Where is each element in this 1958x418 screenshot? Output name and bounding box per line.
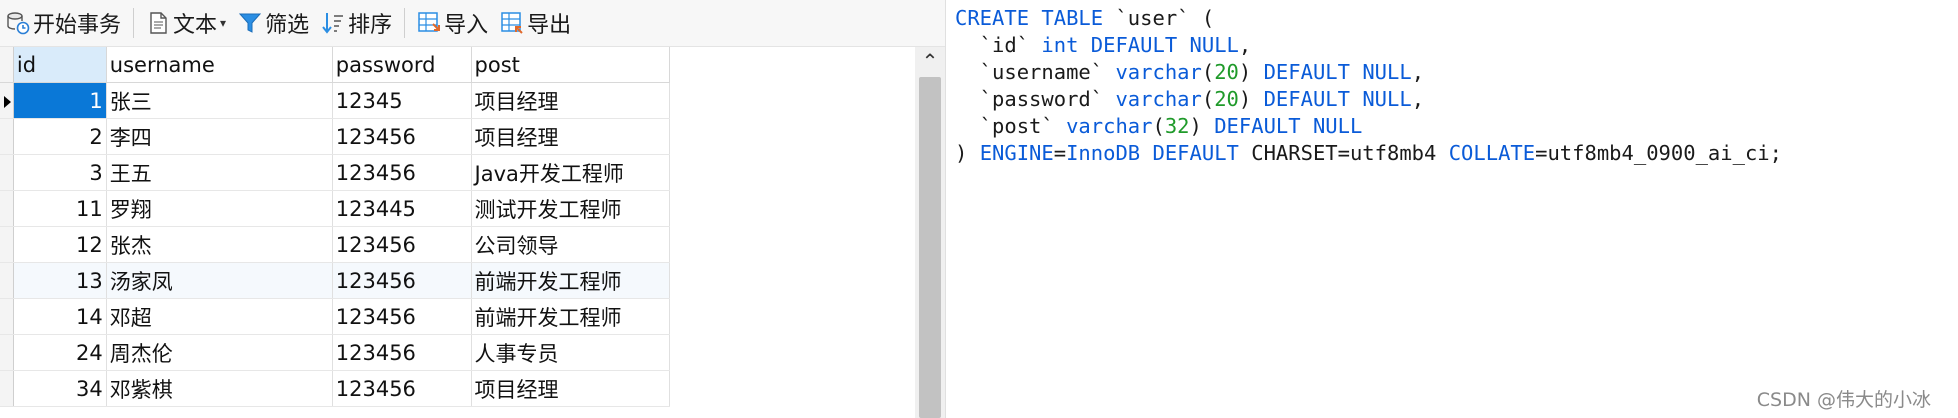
cell-id[interactable]: 24	[13, 334, 107, 371]
watermark: CSDN @伟大的小冰	[1756, 389, 1931, 411]
cell-username[interactable]: 王五	[106, 154, 333, 191]
sort-label: 排序	[348, 13, 393, 38]
cell-id[interactable]: 3	[13, 154, 107, 191]
cell-post[interactable]: 前端开发工程师	[471, 298, 671, 335]
cell-id[interactable]: 12	[13, 226, 107, 263]
export-icon	[500, 11, 524, 35]
table-row[interactable]: 12 张杰 123456 公司领导	[0, 226, 671, 263]
cell-post[interactable]: 项目经理	[471, 370, 671, 407]
cell-post[interactable]: 公司领导	[471, 226, 671, 263]
cell-username[interactable]: 张杰	[106, 226, 333, 263]
column-header-id[interactable]: id	[13, 47, 107, 83]
export-label: 导出	[527, 13, 572, 38]
transaction-icon	[6, 11, 30, 35]
table-row[interactable]: 3 王五 123456 Java开发工程师	[0, 154, 671, 191]
row-indicator	[0, 298, 14, 335]
cell-password[interactable]: 123456	[332, 334, 472, 371]
table-row[interactable]: 24 周杰伦 123456 人事专员	[0, 334, 671, 371]
filter-button[interactable]: 筛选	[232, 0, 315, 46]
cell-password[interactable]: 123445	[332, 190, 472, 227]
cell-username[interactable]: 罗翔	[106, 190, 333, 227]
table-row[interactable]: 14 邓超 123456 前端开发工程师	[0, 298, 671, 335]
table-row[interactable]: 1 张三 12345 项目经理	[0, 82, 671, 119]
table-row[interactable]: 11 罗翔 123445 测试开发工程师	[0, 190, 671, 227]
dropdown-arrow-icon: ▾	[220, 16, 227, 30]
row-indicator	[0, 334, 14, 371]
text-view-button[interactable]: 文本 ▾	[140, 0, 232, 46]
table-row[interactable]: 2 李四 123456 项目经理	[0, 118, 671, 155]
cell-id[interactable]: 34	[13, 370, 107, 407]
column-header-password[interactable]: password	[332, 47, 472, 83]
cell-id[interactable]: 13	[13, 262, 107, 299]
current-row-arrow-icon	[4, 95, 11, 108]
code-line-2: `id` int DEFAULT NULL,	[955, 33, 1252, 57]
cell-username[interactable]: 邓超	[106, 298, 333, 335]
cell-id[interactable]: 11	[13, 190, 107, 227]
cell-post[interactable]: 前端开发工程师	[471, 262, 671, 299]
filter-icon	[238, 11, 262, 35]
import-label: 导入	[444, 13, 489, 38]
row-cursor-indicator	[0, 82, 14, 119]
code-line-4: `password` varchar(20) DEFAULT NULL,	[955, 87, 1425, 111]
export-button[interactable]: 导出	[494, 0, 577, 46]
code-line-3: `username` varchar(20) DEFAULT NULL,	[955, 60, 1425, 84]
row-indicator	[0, 118, 14, 155]
cell-post[interactable]: 人事专员	[471, 334, 671, 371]
cell-id[interactable]: 1	[13, 82, 107, 119]
ddl-editor-panel[interactable]: CREATE TABLE `user` ( `id` int DEFAULT N…	[945, 0, 1958, 418]
cell-password[interactable]: 12345	[332, 82, 472, 119]
data-table: id username password post 1 张三 12345 项目经…	[0, 47, 671, 407]
row-indicator	[0, 262, 14, 299]
toolbar-separator	[404, 8, 406, 38]
sort-button[interactable]: 排序	[315, 0, 398, 46]
cell-password[interactable]: 123456	[332, 262, 472, 299]
cell-username[interactable]: 张三	[106, 82, 333, 119]
column-header-username[interactable]: username	[106, 47, 333, 83]
cell-post[interactable]: 项目经理	[471, 82, 671, 119]
cell-post[interactable]: Java开发工程师	[471, 154, 671, 191]
toolbar-separator	[133, 8, 135, 38]
text-view-label: 文本	[173, 13, 218, 38]
cell-password[interactable]: 123456	[332, 154, 472, 191]
table-row[interactable]: 13 汤家凤 123456 前端开发工程师	[0, 262, 671, 299]
cell-username[interactable]: 周杰伦	[106, 334, 333, 371]
ddl-code[interactable]: CREATE TABLE `user` ( `id` int DEFAULT N…	[955, 5, 1782, 167]
row-indicator	[0, 190, 14, 227]
code-line-1-rest: `user` (	[1115, 6, 1215, 30]
row-indicator	[0, 370, 14, 407]
filter-label: 筛选	[265, 13, 310, 38]
table-header-row: id username password post	[0, 47, 671, 83]
row-indicator	[0, 154, 14, 191]
scrollbar-thumb[interactable]	[919, 77, 941, 418]
cell-username[interactable]: 汤家凤	[106, 262, 333, 299]
code-line-1: CREATE TABLE `user` (	[955, 6, 1215, 30]
code-line-6: ) ENGINE=InnoDB DEFAULT CHARSET=utf8mb4 …	[955, 141, 1782, 165]
vertical-scrollbar[interactable]: ⌃	[915, 47, 945, 418]
grid-toolbar: 开始事务 文本 ▾ 筛选 排序 导入 导出	[0, 0, 945, 47]
scroll-up-arrow-icon[interactable]: ⌃	[915, 47, 945, 73]
code-line-5: `post` varchar(32) DEFAULT NULL	[955, 114, 1363, 138]
column-header-post[interactable]: post	[471, 47, 671, 83]
sort-icon	[321, 11, 345, 35]
cell-post[interactable]: 项目经理	[471, 118, 671, 155]
cell-password[interactable]: 123456	[332, 226, 472, 263]
cell-username[interactable]: 邓紫棋	[106, 370, 333, 407]
row-indicator	[0, 226, 14, 263]
data-grid-panel: 开始事务 文本 ▾ 筛选 排序 导入 导出 id username passwo…	[0, 0, 945, 418]
cell-password[interactable]: 123456	[332, 118, 472, 155]
cell-password[interactable]: 123456	[332, 370, 472, 407]
document-icon	[146, 11, 170, 35]
cell-password[interactable]: 123456	[332, 298, 472, 335]
cell-username[interactable]: 李四	[106, 118, 333, 155]
cell-id[interactable]: 2	[13, 118, 107, 155]
table-row[interactable]: 34 邓紫棋 123456 项目经理	[0, 370, 671, 407]
row-indicator-header	[0, 47, 14, 83]
begin-transaction-label: 开始事务	[33, 13, 122, 38]
import-button[interactable]: 导入	[411, 0, 494, 46]
import-icon	[417, 11, 441, 35]
begin-transaction-button[interactable]: 开始事务	[0, 0, 127, 46]
cell-post[interactable]: 测试开发工程师	[471, 190, 671, 227]
cell-id[interactable]: 14	[13, 298, 107, 335]
